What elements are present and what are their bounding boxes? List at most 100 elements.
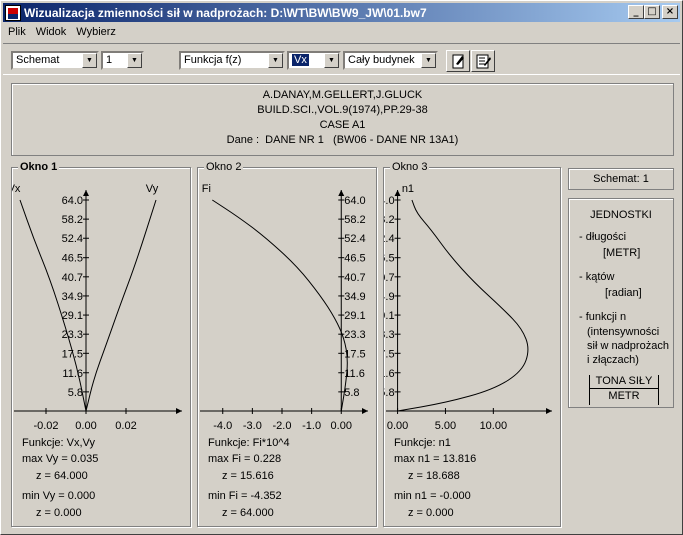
panel-min-z: z = 64.000 [222,507,274,519]
y-tick-label: 52.4 [344,233,365,245]
y-tick-label: 29.1 [344,310,365,322]
y-tick-label: 58.2 [344,214,365,226]
number-value: 1 [106,54,113,66]
x-tick-label: -1.0 [302,420,321,432]
x-tick-label: 0.00 [75,420,96,432]
units-fraction-den: METR [608,390,640,402]
y-tick-label: 17.5 [384,348,395,360]
y-tick-label: 58.2 [384,214,395,226]
x-axis-arrow [176,408,182,414]
close-button[interactable]: × [662,5,678,19]
maximize-button[interactable]: □ [644,5,660,19]
x-axis-arrow [362,408,368,414]
funkcja-value: Funkcja f(z) [184,54,242,66]
y-tick-label: 23.3 [62,329,83,341]
panel-okno-1[interactable]: Okno 1 64.0 58.2 52.4 46.5 40.7 34.9 29.1 23.3 1… [11,161,191,527]
y-tick-label: 40.7 [384,272,395,284]
x-axis-arrow [546,408,552,414]
chevron-down-icon[interactable]: ▼ [127,53,142,68]
series-line-vy [85,199,157,412]
panel-max-z: z = 64.000 [36,470,88,482]
y-tick-label: 64.0 [344,195,365,207]
panel-funkcje: Funkcje: Fi*10^4 [208,437,290,449]
y-tick-label: 46.5 [384,253,395,265]
report-icon [476,54,491,69]
chevron-down-icon[interactable]: ▼ [82,53,97,68]
y-tick-label: 11.6 [62,368,83,380]
panel-min-z: z = 0.000 [408,507,454,519]
chevron-down-icon[interactable]: ▼ [268,53,283,68]
x-tick-label: 10.00 [480,420,508,432]
units-length-label: - długości [579,231,627,243]
units-title: JEDNOSTKI [590,209,652,221]
y-tick-label: 58.2 [62,214,83,226]
chevron-down-icon[interactable]: ▼ [421,53,436,68]
info-dane: Dane : DANE NR 1 (BW06 - DANE NR 13A1) [226,134,459,146]
menu-wybierz[interactable]: Wybierz [71,26,121,38]
y-tick-label: 52.4 [62,233,83,245]
info-case: CASE A1 [319,119,366,131]
chevron-down-icon[interactable]: ▼ [324,53,339,68]
panel-max: max Vy = 0.035 [22,453,99,465]
series-label-vy: Vy [146,183,159,195]
panel-max-z: z = 18.688 [408,470,460,482]
y-tick-label: 5.8 [68,387,83,399]
panel-okno-3[interactable]: Okno 3 64.058.252.446.540.734.929.123.31… [383,161,561,527]
budynek-value: Cały budynek [348,54,415,66]
toolbar: Schemat ▼ 1 ▼ Funkcja f(z) ▼ Vx ▼ Cały budyn… [3,43,680,75]
chart-okno-3: 64.0 58.2 52.4 46.5 40.7 34.9 29.1 23.3 17.5 11.6… [384,183,552,432]
series-label-n1: n1 [402,183,414,195]
window-title: Wizualizacja zmienności sił w nadprożach… [24,5,427,20]
variable-select[interactable]: Vx ▼ [287,51,341,70]
x-tick-label: -3.0 [243,420,262,432]
menu-widok[interactable]: Widok [31,26,72,38]
schemat-select[interactable]: Schemat ▼ [11,51,99,70]
chart-okno-2: 64.058.252.446.540.734.929.123.317.511.6… [200,183,368,432]
y-axis-arrow [83,190,89,196]
units-function-desc-3: i złączach) [587,354,639,366]
units-angle-label: - kątów [579,271,615,283]
units-function-label: - funkcji n [579,311,627,323]
x-tick-label: -4.0 [213,420,232,432]
number-select[interactable]: 1 ▼ [101,51,144,70]
title-bar[interactable]: Wizualizacja zmienności sił w nadprożach… [3,3,680,22]
x-tick-label: 0.00 [387,420,408,432]
variable-value: Vx [292,54,309,66]
y-tick-label: 40.7 [344,272,365,284]
panel-min: min n1 = -0.000 [394,490,471,502]
info-source: BUILD.SCI.,VOL.9(1974),PP.29-38 [257,104,428,116]
chart-okno-1: 64.058.252.446.540.734.929.123.317.511.6… [12,183,182,432]
y-tick-label: 34.9 [344,291,365,303]
y-axis-arrow [394,190,401,196]
units-fraction-num: TONA SIŁY [590,375,658,389]
budynek-select[interactable]: Cały budynek ▼ [343,51,438,70]
units-function-desc-1: (intensywności [587,326,660,338]
info-authors: A.DANAY,M.GELLERT,J.GLUCK [262,89,423,101]
x-tick-label: 0.00 [331,420,352,432]
x-tick-label: -0.02 [33,420,58,432]
app-icon[interactable] [5,4,21,21]
y-tick-label: 64.0 [62,195,83,207]
funkcja-select[interactable]: Funkcja f(z) ▼ [179,51,285,70]
series-label-fi: Fi [202,183,211,195]
y-tick-label: 5.8 [344,387,359,399]
y-tick-label: 34.9 [62,291,83,303]
panel-okno-2[interactable]: Okno 2 64.0 58.2 52.4 46.5 40.7 34.9 29.1 23.3 1… [197,161,377,527]
menu-bar: Plik Widok Wybierz [3,23,121,41]
units-angle-unit: [radian] [605,287,642,299]
y-tick-label: 5.8 [384,387,395,399]
y-tick-label: 34.9 [384,291,395,303]
panel-max: max n1 = 13.816 [394,453,477,465]
minimize-button[interactable]: _ [628,5,644,19]
menu-plik[interactable]: Plik [3,26,31,38]
panel-max: max Fi = 0.228 [208,453,282,465]
panel-min: min Fi = -4.352 [208,490,282,502]
y-tick-label: 11.6 [384,368,395,380]
report-button[interactable] [471,50,495,72]
units-fraction: TONA SIŁY METR [589,375,659,405]
y-tick-label: 52.4 [384,233,395,245]
y-tick-label: 29.1 [62,310,83,322]
y-tick-label: 29.1 [384,310,395,322]
series-label-vx: Vx [12,183,21,195]
edit-button[interactable] [446,50,470,72]
